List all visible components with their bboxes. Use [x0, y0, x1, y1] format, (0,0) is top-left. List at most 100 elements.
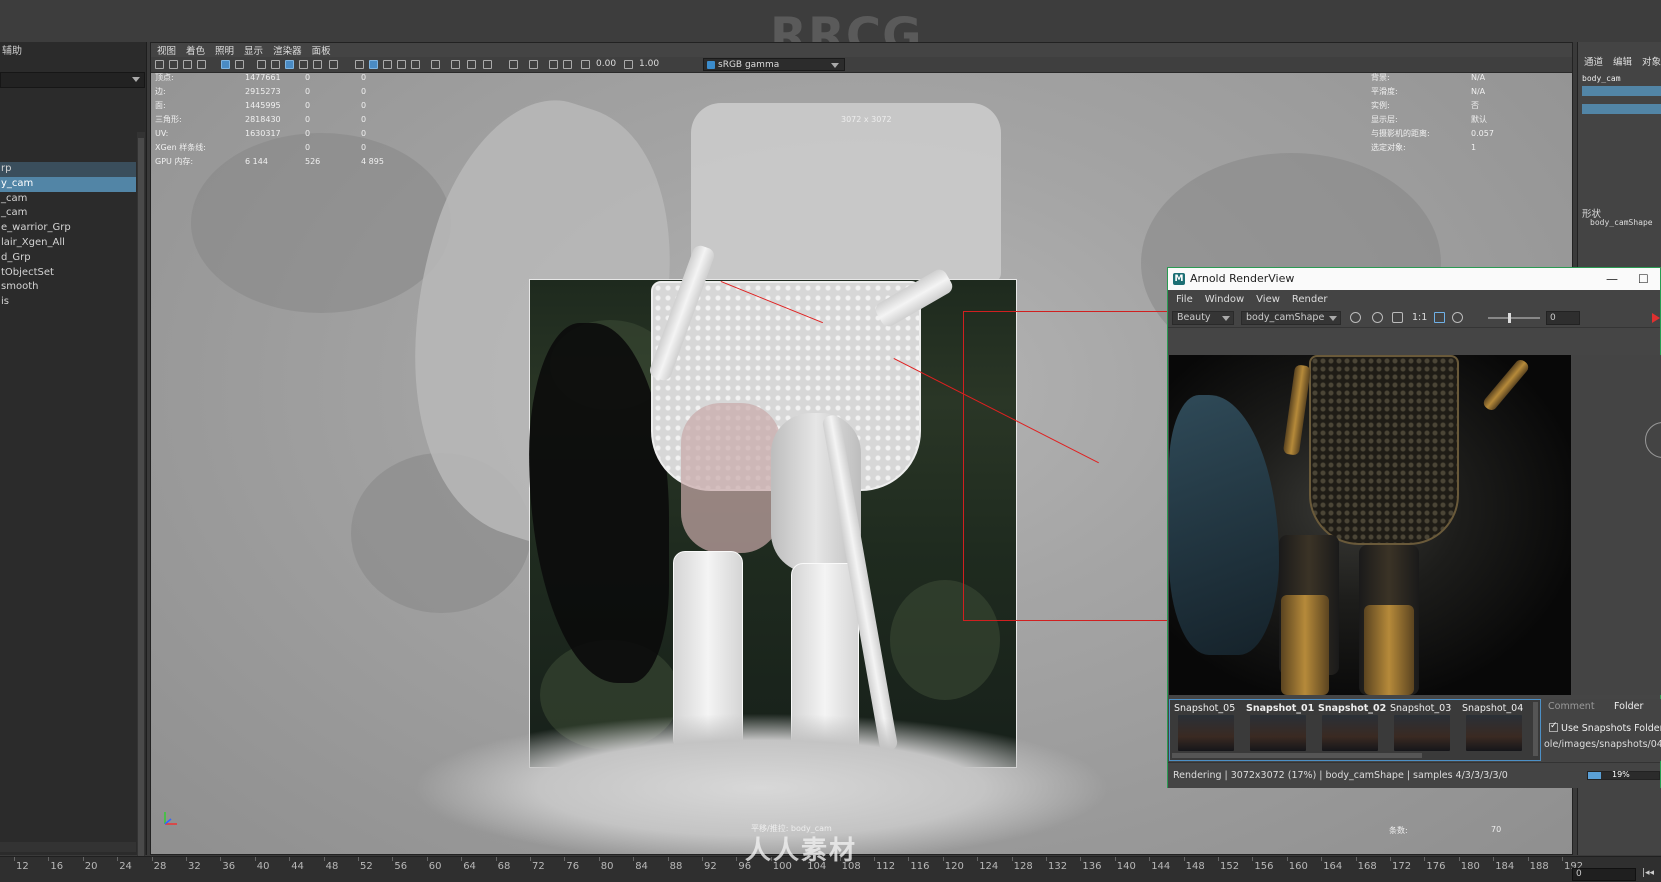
- shadows-icon[interactable]: [397, 60, 406, 69]
- camera-attr-icon[interactable]: [169, 60, 178, 69]
- timeline-tick-label: 184: [1495, 861, 1515, 872]
- outliner-item[interactable]: smooth: [0, 280, 136, 295]
- camera-select[interactable]: body_camShape: [1241, 311, 1341, 325]
- scrollbar-thumb[interactable]: [138, 138, 144, 878]
- snapshot-thumbnail[interactable]: Snapshot_03: [1390, 703, 1454, 753]
- maximize-icon[interactable]: ☐: [1638, 268, 1649, 290]
- ambient-occlusion-icon[interactable]: [411, 60, 420, 69]
- color-space-select[interactable]: sRGB gamma: [703, 58, 845, 71]
- field-chart-icon[interactable]: [285, 60, 294, 69]
- hud-label: UV:: [155, 129, 169, 138]
- outliner-hscrollbar[interactable]: [0, 842, 136, 852]
- grid-icon[interactable]: [221, 60, 230, 69]
- renderview-titlebar[interactable]: M Arnold RenderView — ☐: [1168, 268, 1660, 290]
- exposure-slider[interactable]: [1488, 313, 1540, 323]
- safe-title-icon[interactable]: [313, 60, 322, 69]
- timeline-tick-mark: [117, 857, 119, 861]
- use-snapshots-folder-checkbox[interactable]: Use Snapshots Folder: [1549, 721, 1661, 734]
- viewport-menu-item[interactable]: 视图: [157, 43, 176, 57]
- xray-components-icon[interactable]: [483, 60, 492, 69]
- shape-bar[interactable]: [1582, 104, 1661, 114]
- fit-frame-icon[interactable]: [1434, 312, 1445, 323]
- color-picker-icon[interactable]: [1645, 422, 1661, 458]
- chevron-down-icon[interactable]: [132, 77, 140, 82]
- timeline-tick-label: 88: [669, 861, 683, 872]
- smooth-shade-icon[interactable]: [355, 60, 364, 69]
- outliner-header[interactable]: 辅助: [0, 42, 146, 62]
- gamma-value[interactable]: 1.00: [639, 59, 659, 69]
- textured-icon[interactable]: [369, 60, 378, 69]
- outliner-scrollbar[interactable]: [137, 132, 145, 882]
- bookmark-icon[interactable]: [183, 60, 192, 69]
- image-plane-icon[interactable]: [197, 60, 206, 69]
- viewport-menu-item[interactable]: 显示: [244, 43, 263, 57]
- viewport-menu-item[interactable]: 着色: [186, 43, 205, 57]
- render-image[interactable]: [1169, 355, 1571, 695]
- backface-icon[interactable]: [509, 60, 518, 69]
- minimize-icon[interactable]: —: [1606, 268, 1618, 290]
- renderview-menu-item[interactable]: File: [1176, 294, 1193, 305]
- outliner-item[interactable]: e_warrior_Grp: [0, 221, 136, 236]
- gamma-toggle-icon[interactable]: [624, 60, 633, 69]
- shape-node-name[interactable]: body_camShape: [1590, 218, 1653, 227]
- node-name[interactable]: body_cam: [1582, 74, 1621, 83]
- outliner-item[interactable]: _cam: [0, 206, 136, 221]
- tab-folder[interactable]: Folder: [1614, 701, 1643, 712]
- checkbox-icon[interactable]: [1549, 721, 1558, 732]
- render-region-icon[interactable]: [1350, 312, 1361, 323]
- gear-icon[interactable]: [1452, 312, 1463, 323]
- lights-icon[interactable]: [383, 60, 392, 69]
- snapshot-thumbnail[interactable]: Snapshot_05: [1174, 703, 1238, 753]
- ratio-button[interactable]: 1:1: [1412, 312, 1427, 323]
- isolate-icon[interactable]: [431, 60, 440, 69]
- current-frame-field[interactable]: 0: [1572, 868, 1636, 881]
- outliner-item[interactable]: _cam: [0, 192, 136, 207]
- outliner-item[interactable]: rp: [0, 162, 136, 177]
- xray-icon[interactable]: [451, 60, 460, 69]
- resolution-gate-icon[interactable]: [257, 60, 266, 69]
- film-gate-icon[interactable]: [235, 60, 244, 69]
- attribute-tab[interactable]: 通道: [1584, 54, 1603, 68]
- tab-comment[interactable]: Comment: [1548, 701, 1595, 712]
- xray-joints-icon[interactable]: [467, 60, 476, 69]
- refresh-icon[interactable]: [1392, 312, 1403, 323]
- renderview-menu-item[interactable]: Window: [1205, 294, 1244, 305]
- gear-icon[interactable]: [581, 60, 590, 69]
- gate-mask-icon[interactable]: [271, 60, 280, 69]
- outliner-item[interactable]: y_cam: [0, 176, 136, 192]
- motion-blur-icon[interactable]: [563, 60, 572, 69]
- transform-bar[interactable]: [1582, 86, 1661, 96]
- snapshot-thumbnail[interactable]: Snapshot_01: [1246, 703, 1314, 753]
- outliner-filter-field[interactable]: [0, 72, 145, 88]
- attribute-tab[interactable]: 编辑: [1613, 54, 1632, 68]
- aov-select[interactable]: Beauty: [1172, 311, 1234, 325]
- snapshots-path-field[interactable]: ole/images/snapshots/04: [1544, 739, 1661, 750]
- hud-icon[interactable]: [529, 60, 538, 69]
- bounding-box-icon[interactable]: [549, 60, 558, 69]
- timeline-tick-mark: [254, 857, 256, 861]
- safe-action-icon[interactable]: [299, 60, 308, 69]
- viewport-menu-item[interactable]: 照明: [215, 43, 234, 57]
- exposure-field[interactable]: 0: [1546, 311, 1580, 325]
- outliner-item[interactable]: tObjectSet: [0, 266, 136, 281]
- snapshot-thumbnail[interactable]: Snapshot_02: [1318, 703, 1386, 753]
- viewport-menu-item[interactable]: 面板: [312, 43, 331, 57]
- outliner-item[interactable]: is: [0, 295, 136, 310]
- wireframe-icon[interactable]: [329, 60, 338, 69]
- camera-icon[interactable]: [155, 60, 164, 69]
- snapshot-vscrollbar[interactable]: [1533, 702, 1538, 756]
- timeline-tick-mark: [1286, 857, 1288, 861]
- slider-handle[interactable]: [1508, 313, 1511, 323]
- exposure-value[interactable]: 0.00: [596, 59, 616, 69]
- go-to-start-button[interactable]: |◂◂: [1642, 868, 1654, 878]
- outliner-item[interactable]: lair_Xgen_All: [0, 236, 136, 251]
- outliner-item[interactable]: d_Grp: [0, 251, 136, 266]
- play-render-icon[interactable]: [1652, 313, 1660, 323]
- snapshot-thumbnail[interactable]: Snapshot_04: [1462, 703, 1526, 753]
- snapshot-hscrollbar[interactable]: [1172, 753, 1422, 758]
- renderview-menu-item[interactable]: View: [1256, 294, 1280, 305]
- renderview-menu-item[interactable]: Render: [1292, 294, 1328, 305]
- viewport-menu-item[interactable]: 渲染器: [273, 43, 302, 57]
- attribute-tab[interactable]: 对象: [1642, 54, 1661, 68]
- crop-icon[interactable]: [1372, 312, 1383, 323]
